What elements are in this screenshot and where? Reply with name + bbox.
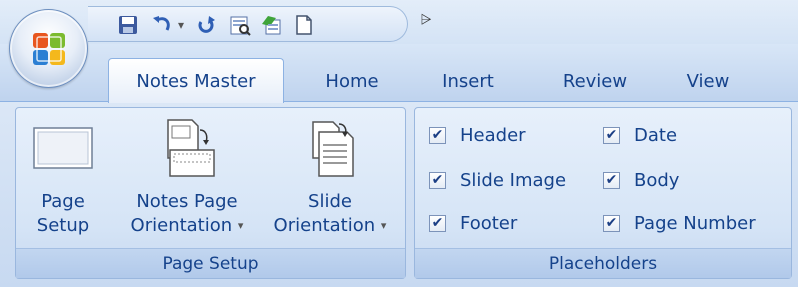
slide-orientation-label-line2: Orientation [273,215,376,236]
spelling-button[interactable] [260,13,284,37]
placeholders-group-label: Placeholders [415,248,791,278]
notes-page-orientation-label-line2: Orientation [130,215,233,236]
page-setup-label-line2: Setup [36,215,90,236]
notes-page-orientation-label-line1: Notes Page [136,191,238,212]
date-checkbox-label: Date [634,124,678,146]
print-preview-icon [230,16,251,36]
redo-icon [198,16,215,33]
undo-button[interactable] [150,13,174,37]
undo-icon [153,16,170,31]
page-number-checkbox[interactable]: ✔ Page Number [603,208,756,238]
checkbox-checked-icon: ✔ [603,171,620,189]
office-logo-icon [33,33,65,65]
dropdown-arrow-icon: ▾ [237,219,244,232]
tab-review[interactable]: Review [540,60,650,102]
dropdown-arrow-icon: ▾ [380,219,387,232]
save-button[interactable] [116,13,140,37]
footer-checkbox[interactable]: ✔ Footer [429,208,517,238]
dropdown-arrow-icon: ▾ [177,18,185,32]
slide-image-checkbox-label: Slide Image [460,169,567,191]
body-checkbox-label: Body [634,169,680,191]
save-icon [119,16,137,34]
notes-page-orientation-button[interactable]: Notes Page Orientation ▾ [112,108,262,246]
undo-dropdown-button[interactable]: ▾ [174,13,188,37]
print-preview-button[interactable] [228,13,252,37]
placeholders-group: ✔ Header ✔ Slide Image ✔ Footer ✔ Date ✔… [414,107,792,279]
header-checkbox[interactable]: ✔ Header [429,120,526,150]
new-document-icon [296,15,312,35]
slide-orientation-button[interactable]: Slide Orientation ▾ [260,108,400,246]
date-checkbox[interactable]: ✔ Date [603,120,677,150]
checkbox-checked-icon: ✔ [603,214,620,232]
body-checkbox[interactable]: ✔ Body [603,165,679,195]
page-setup-label-line1: Page [41,191,85,212]
header-checkbox-label: Header [460,124,526,146]
checkbox-checked-icon: ✔ [603,126,620,144]
notes-page-orientation-icon [167,119,215,177]
office-button[interactable] [9,9,88,88]
tab-view[interactable]: View [668,60,748,102]
quick-access-toolbar: ▾ [88,6,408,42]
checkbox-checked-icon: ✔ [429,214,446,232]
slide-orientation-label-line1: Slide [308,191,352,212]
slide-orientation-icon [312,121,354,177]
page-setup-button[interactable]: Page Setup [20,108,106,246]
page-number-checkbox-label: Page Number [634,212,756,234]
checkbox-checked-icon: ✔ [429,171,446,189]
new-document-button[interactable] [292,13,316,37]
spelling-icon [262,16,281,35]
tab-home[interactable]: Home [302,60,402,102]
footer-checkbox-label: Footer [460,212,518,234]
page-setup-icon [33,127,93,169]
checkbox-checked-icon: ✔ [429,126,446,144]
page-setup-group: Page Setup Notes Page Orientation ▾ Slid… [15,107,406,279]
redo-button[interactable] [194,13,218,37]
tab-notes-master[interactable]: Notes Master [108,58,284,103]
customize-qat-button[interactable]: ⩥ [418,12,434,28]
tab-insert[interactable]: Insert [420,60,516,102]
slide-image-checkbox[interactable]: ✔ Slide Image [429,165,566,195]
page-setup-group-label: Page Setup [16,248,405,278]
